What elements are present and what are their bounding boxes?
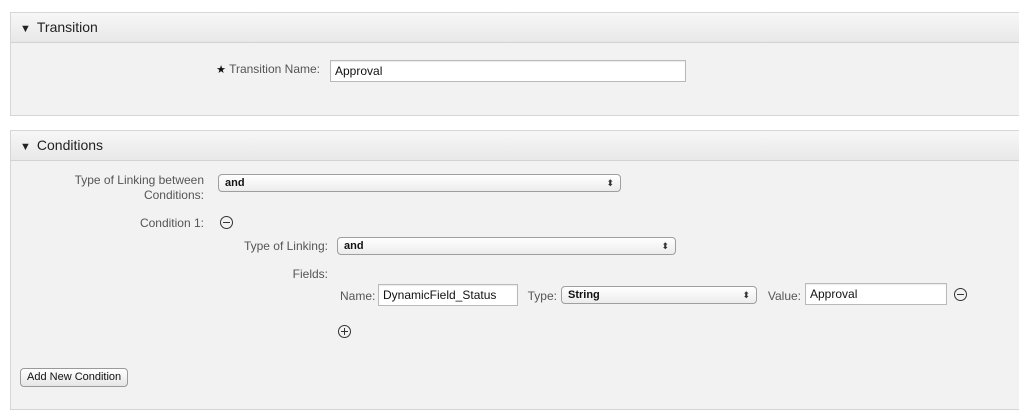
field-type-label: Type: — [527, 289, 557, 303]
field-type-select[interactable]: String ⬍ — [561, 286, 757, 304]
conditions-panel: ▼ Conditions — [10, 130, 1019, 410]
up-down-arrows-icon: ⬍ — [606, 178, 614, 188]
conditions-header-label: Conditions — [36, 137, 104, 153]
field-value-label: Value: — [767, 289, 801, 303]
linking-between-label: Type of Linking between Conditions: — [74, 173, 204, 202]
field-name-input[interactable] — [378, 284, 518, 306]
triangle-down-icon: ▼ — [20, 23, 31, 35]
fields-label: Fields: — [292, 267, 328, 281]
add-field-icon[interactable] — [338, 325, 351, 338]
field-name-label: Name: — [340, 289, 376, 303]
type-of-linking-select[interactable]: and ⬍ — [337, 237, 676, 255]
remove-field-icon[interactable] — [954, 288, 967, 301]
up-down-arrows-icon: ⬍ — [742, 290, 750, 300]
transition-name-input[interactable] — [330, 60, 686, 82]
field-value-input[interactable] — [805, 283, 947, 305]
linking-between-select[interactable]: and ⬍ — [218, 174, 621, 192]
transition-panel-header[interactable]: ▼ Transition — [11, 13, 1019, 43]
required-star-icon: ★ — [216, 64, 226, 76]
type-of-linking-label: Type of Linking: — [243, 239, 328, 253]
up-down-arrows-icon: ⬍ — [661, 241, 669, 251]
condition1-label: Condition 1: — [139, 216, 204, 230]
remove-condition-icon[interactable] — [220, 216, 233, 229]
triangle-down-icon: ▼ — [20, 141, 31, 153]
transition-name-label: ★ Transition Name: — [216, 62, 320, 76]
conditions-panel-header[interactable]: ▼ Conditions — [11, 131, 1019, 161]
transition-header-label: Transition — [36, 19, 98, 35]
add-new-condition-button[interactable]: Add New Condition — [20, 368, 129, 387]
